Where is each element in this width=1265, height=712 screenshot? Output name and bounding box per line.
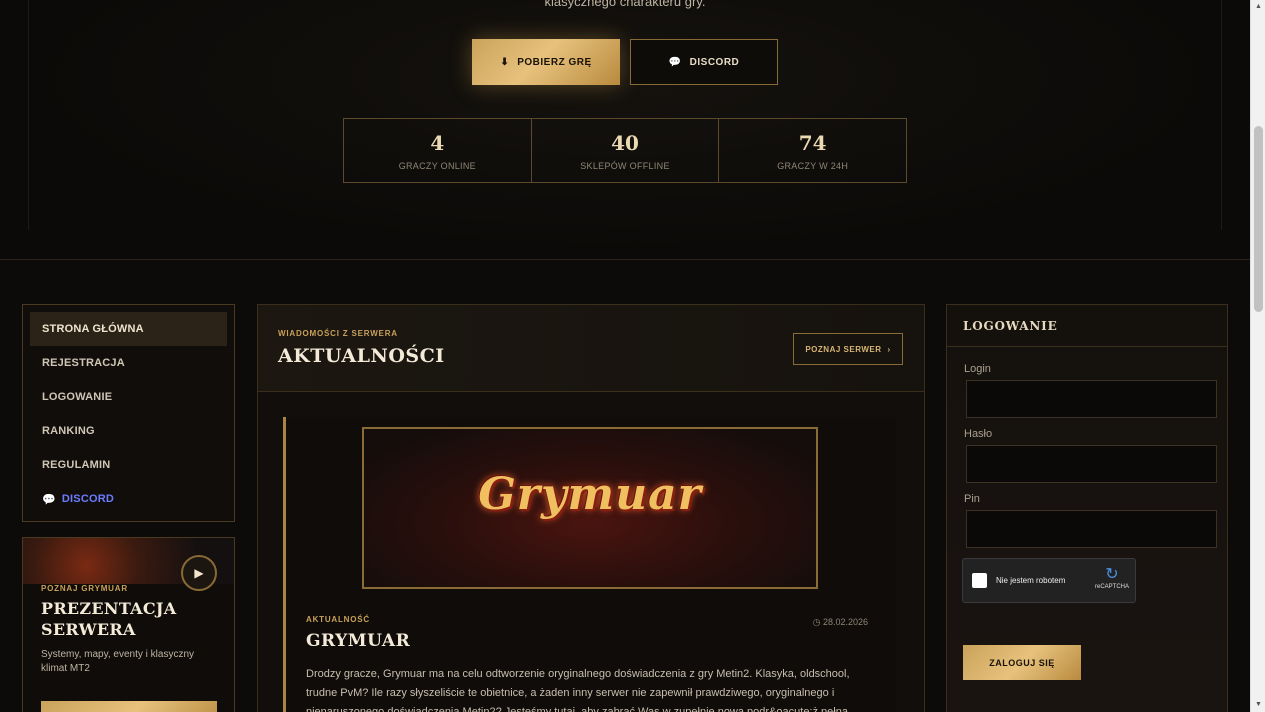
recaptcha-checkbox[interactable] [972, 573, 987, 588]
download-game-button[interactable]: ⬇ POBIERZ GRĘ [472, 39, 620, 85]
nav-item-ranking[interactable]: RANKING [30, 414, 227, 448]
password-field-label: Hasło [964, 428, 993, 440]
chat-icon: 💬 [668, 56, 682, 68]
news-panel: WIADOMOŚCI Z SERWERA AKTUALNOŚCI POZNAJ … [257, 304, 925, 712]
stat-offline-shops: 40 SKLEPÓW OFFLINE [532, 119, 720, 182]
nav-item-rules[interactable]: REGULAMIN [30, 448, 227, 482]
stat-label: SKLEPÓW OFFLINE [580, 160, 670, 171]
learn-server-label: POZNAJ SERWER [805, 344, 882, 354]
presentation-description: Systemy, mapy, eventy i klasyczny klimat… [41, 649, 195, 674]
scroll-up-arrow-icon[interactable]: ▲ [1251, 1, 1265, 13]
clock-icon: ◷ [812, 617, 821, 627]
login-field-label: Login [964, 363, 991, 375]
server-stats: 4 GRACZY ONLINE 40 SKLEPÓW OFFLINE 74 GR… [343, 118, 907, 183]
download-game-label: POBIERZ GRĘ [517, 56, 592, 68]
presentation-kicker: POZNAJ GRYMUAR [41, 584, 128, 593]
stat-players-24h: 74 GRACZY W 24H [719, 119, 906, 182]
download-icon: ⬇ [500, 56, 510, 68]
presentation-cta-button[interactable] [41, 701, 217, 712]
password-field[interactable] [966, 445, 1217, 483]
banner-logo: Grymuar [478, 469, 702, 520]
main-nav: STRONA GŁÓWNA REJESTRACJA LOGOWANIE RANK… [22, 304, 235, 522]
recaptcha-widget: Nie jestem robotem ↻ reCAPTCHA [962, 558, 1136, 603]
stat-players-online: 4 GRACZY ONLINE [344, 119, 532, 182]
article-kicker: AKTUALNOŚĆ [306, 615, 370, 624]
stat-value: 4 [430, 130, 445, 155]
article-date-value: 28.02.2026 [822, 617, 868, 627]
pin-field-label: Pin [964, 493, 980, 505]
recaptcha-logo: ↻ reCAPTCHA [1095, 564, 1129, 590]
recaptcha-brand: reCAPTCHA [1095, 584, 1130, 590]
stat-value: 40 [611, 130, 639, 155]
hero-subtitle: klasycznego charakteru gry. [544, 0, 706, 9]
news-header: WIADOMOŚCI Z SERWERA AKTUALNOŚCI POZNAJ … [258, 305, 924, 392]
stat-label: GRACZY W 24H [777, 160, 849, 171]
article-title[interactable]: GRYMUAR [306, 631, 410, 651]
play-icon: ▶ [194, 566, 204, 580]
news-kicker: WIADOMOŚCI Z SERWERA [278, 329, 398, 338]
learn-server-button[interactable]: POZNAJ SERWER › [793, 333, 903, 365]
article-banner-image[interactable]: Grymuar [362, 427, 818, 589]
page-scrollbar[interactable]: ▲ ▼ [1250, 0, 1265, 712]
news-title: AKTUALNOŚCI [278, 345, 445, 367]
presentation-title: PREZENTACJA SERWERA [41, 599, 177, 639]
recaptcha-label: Nie jestem robotem [996, 576, 1066, 585]
nav-item-discord-label: DISCORD [61, 493, 115, 505]
nav-item-login[interactable]: LOGOWANIE [30, 380, 227, 414]
hero-frame [28, 0, 1222, 230]
login-submit-button[interactable]: ZALOGUJ SIĘ [963, 645, 1081, 680]
hero-section: klasycznego charakteru gry. ⬇ POBIERZ GR… [0, 0, 1250, 260]
server-presentation-card: ▶ POZNAJ GRYMUAR PREZENTACJA SERWERA Sys… [22, 537, 235, 712]
login-panel: LOGOWANIE Login Hasło Pin Nie jestem rob… [946, 304, 1228, 712]
article-body: Drodzy gracze, Grymuar ma na celu odtwor… [306, 668, 850, 712]
login-title: LOGOWANIE [947, 305, 1227, 347]
nav-item-home[interactable]: STRONA GŁÓWNA [30, 312, 227, 346]
play-video-button[interactable]: ▶ [181, 555, 217, 591]
scroll-thumb[interactable] [1254, 126, 1263, 312]
news-article: Grymuar AKTUALNOŚĆ ◷ 28.02.2026 GRYMUAR … [283, 417, 896, 712]
nav-item-discord[interactable]: 💬 DISCORD [30, 482, 227, 516]
pin-field[interactable] [966, 510, 1217, 548]
scroll-down-arrow-icon[interactable]: ▼ [1251, 699, 1265, 711]
stat-label: GRACZY ONLINE [398, 160, 476, 171]
chat-icon: 💬 [42, 493, 56, 506]
discord-button-label: DISCORD [689, 56, 740, 68]
chevron-right-icon: › [887, 344, 891, 354]
stat-value: 74 [798, 130, 827, 155]
recaptcha-icon: ↻ [1105, 566, 1119, 583]
nav-item-register[interactable]: REJESTRACJA [30, 346, 227, 380]
discord-button[interactable]: 💬 DISCORD [630, 39, 778, 85]
login-field[interactable] [966, 380, 1217, 418]
article-date: ◷ 28.02.2026 [813, 617, 868, 628]
